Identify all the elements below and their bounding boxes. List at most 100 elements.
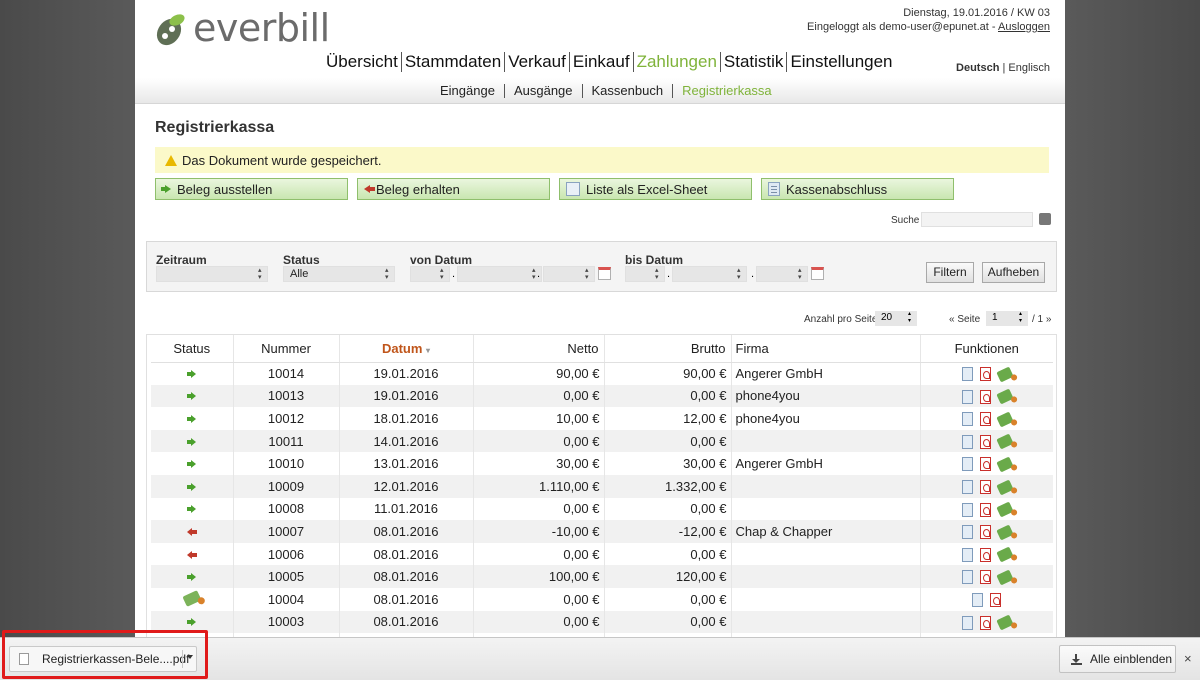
table-row[interactable]: 10003 08.01.2016 0,00 €0,00 € <box>151 610 1053 634</box>
status-select[interactable]: Alle <box>283 266 395 282</box>
calendar-icon[interactable] <box>598 267 611 280</box>
col-status[interactable]: Status <box>151 335 234 363</box>
subnav-kassenbuch[interactable]: Kassenbuch <box>583 84 674 98</box>
payment-icon[interactable] <box>996 388 1014 405</box>
period-select[interactable] <box>156 266 268 282</box>
pdf-icon[interactable] <box>979 457 991 472</box>
payment-icon[interactable] <box>996 524 1014 541</box>
payment-icon[interactable] <box>996 569 1014 586</box>
nav-verkauf[interactable]: Verkauf <box>505 52 570 72</box>
pdf-icon[interactable] <box>979 412 991 427</box>
table-row[interactable]: 10012 18.01.2016 10,00 €12,00 € phone4you <box>151 407 1053 430</box>
pdf-icon[interactable] <box>979 570 991 585</box>
cash-closing-button[interactable]: Kassenabschluss <box>761 178 954 200</box>
pdf-icon[interactable] <box>979 367 991 382</box>
payment-icon[interactable] <box>996 433 1014 450</box>
pdf-icon[interactable] <box>979 615 991 630</box>
nav-zahlungen[interactable]: Zahlungen <box>634 52 721 72</box>
document-icon[interactable] <box>961 570 973 585</box>
page-prefix[interactable]: « Seite <box>949 314 980 325</box>
arrow-right-icon <box>187 370 197 379</box>
table-row[interactable]: 10006 08.01.2016 0,00 €0,00 € <box>151 542 1053 566</box>
col-nummer[interactable]: Nummer <box>233 335 340 363</box>
document-icon[interactable] <box>961 547 973 562</box>
filter-button[interactable]: Filtern <box>926 262 974 283</box>
logout-link[interactable]: Ausloggen <box>998 21 1050 33</box>
nav-stammdaten[interactable]: Stammdaten <box>402 52 506 72</box>
nav-statistik[interactable]: Statistik <box>721 52 788 72</box>
success-notice: Das Dokument wurde gespeichert. <box>155 147 1049 173</box>
lang-separator: | <box>1002 62 1006 74</box>
table-row[interactable]: 10013 19.01.2016 0,00 €0,00 € phone4you <box>151 384 1053 408</box>
filter-panel: Zeitraum Status Alle von Datum . . bis D… <box>146 241 1057 292</box>
to-day-select[interactable] <box>625 266 665 282</box>
pdf-icon[interactable] <box>979 389 991 404</box>
pdf-icon[interactable] <box>979 502 991 517</box>
page-total[interactable]: / 1 » <box>1032 314 1051 325</box>
everbill-logo[interactable]: everbill <box>155 6 330 50</box>
payment-icon[interactable] <box>996 479 1014 495</box>
pdf-icon[interactable] <box>979 547 991 562</box>
cell-datum: 19.01.2016 <box>339 384 474 408</box>
col-brutto[interactable]: Brutto <box>604 335 732 363</box>
issue-receipt-button[interactable]: Beleg ausstellen <box>155 178 348 200</box>
payment-icon[interactable] <box>996 411 1014 428</box>
pdf-icon[interactable] <box>979 434 991 449</box>
document-icon[interactable] <box>961 525 973 540</box>
per-page-select[interactable]: 20 <box>875 311 917 326</box>
from-day-select[interactable] <box>410 266 450 282</box>
pdf-icon[interactable] <box>990 593 1002 608</box>
reset-button[interactable]: Aufheben <box>982 262 1045 283</box>
from-month-select[interactable] <box>457 266 542 282</box>
from-year-select[interactable] <box>543 266 595 282</box>
document-icon[interactable] <box>972 593 984 608</box>
search-input[interactable] <box>921 212 1033 227</box>
payment-icon[interactable] <box>996 456 1014 473</box>
col-datum[interactable]: Datum ▾ <box>339 335 474 363</box>
pdf-icon[interactable] <box>979 525 991 540</box>
payment-icon[interactable] <box>996 366 1014 383</box>
cell-netto: 1.110,00 € <box>473 474 605 498</box>
table-row[interactable]: 10011 14.01.2016 0,00 €0,00 € <box>151 429 1053 453</box>
document-icon[interactable] <box>961 457 973 472</box>
to-month-select[interactable] <box>672 266 747 282</box>
table-row[interactable]: 10005 08.01.2016 100,00 €120,00 € <box>151 565 1053 588</box>
subnav-registrierkassa[interactable]: Registrierkassa <box>673 84 781 98</box>
col-firma[interactable]: Firma <box>731 335 921 363</box>
col-netto[interactable]: Netto <box>473 335 605 363</box>
calendar-icon[interactable] <box>811 267 824 280</box>
arrow-right-icon <box>187 618 197 627</box>
document-icon[interactable] <box>961 412 973 427</box>
subnav-eingaenge[interactable]: Eingänge <box>431 84 505 98</box>
document-icon[interactable] <box>961 367 973 382</box>
document-icon[interactable] <box>961 389 973 404</box>
document-icon[interactable] <box>961 615 973 630</box>
export-excel-button[interactable]: Liste als Excel-Sheet <box>559 178 752 200</box>
page-select[interactable]: 1 <box>986 311 1028 326</box>
payment-icon[interactable] <box>996 501 1014 518</box>
document-icon[interactable] <box>961 434 973 449</box>
table-row[interactable]: 10009 12.01.2016 1.110,00 €1.332,00 € <box>151 474 1053 498</box>
payment-icon[interactable] <box>996 614 1014 631</box>
document-icon[interactable] <box>961 480 973 495</box>
document-icon[interactable] <box>961 502 973 517</box>
lang-deutsch[interactable]: Deutsch <box>956 62 999 74</box>
table-row[interactable]: 10010 13.01.2016 30,00 €30,00 € Angerer Gmb… <box>151 452 1053 475</box>
show-all-downloads-button[interactable]: Alle einblenden <box>1059 645 1176 673</box>
lang-englisch[interactable]: Englisch <box>1008 62 1050 74</box>
table-row[interactable]: 10007 08.01.2016 -10,00 € -12,00 € Chap & Ch… <box>151 520 1053 543</box>
nav-einstellungen[interactable]: Einstellungen <box>787 52 895 72</box>
receive-receipt-button[interactable]: Beleg erhalten <box>357 178 550 200</box>
table-row[interactable]: 10014 19.01.2016 90,00 €90,00 € Angerer Gmb… <box>151 362 1053 385</box>
cell-firma: Angerer GmbH <box>731 452 921 475</box>
pdf-icon[interactable] <box>979 480 991 495</box>
nav-einkauf[interactable]: Einkauf <box>570 52 634 72</box>
nav-uebersicht[interactable]: Übersicht <box>323 52 402 72</box>
close-icon[interactable]: × <box>1184 651 1192 666</box>
to-year-select[interactable] <box>756 266 808 282</box>
table-row[interactable]: 10008 11.01.2016 0,00 €0,00 € <box>151 497 1053 521</box>
payment-icon[interactable] <box>996 546 1014 563</box>
binoculars-icon[interactable] <box>1039 213 1051 225</box>
subnav-ausgaenge[interactable]: Ausgänge <box>505 84 583 98</box>
table-row[interactable]: 10004 08.01.2016 0,00 €0,00 € <box>151 587 1053 611</box>
